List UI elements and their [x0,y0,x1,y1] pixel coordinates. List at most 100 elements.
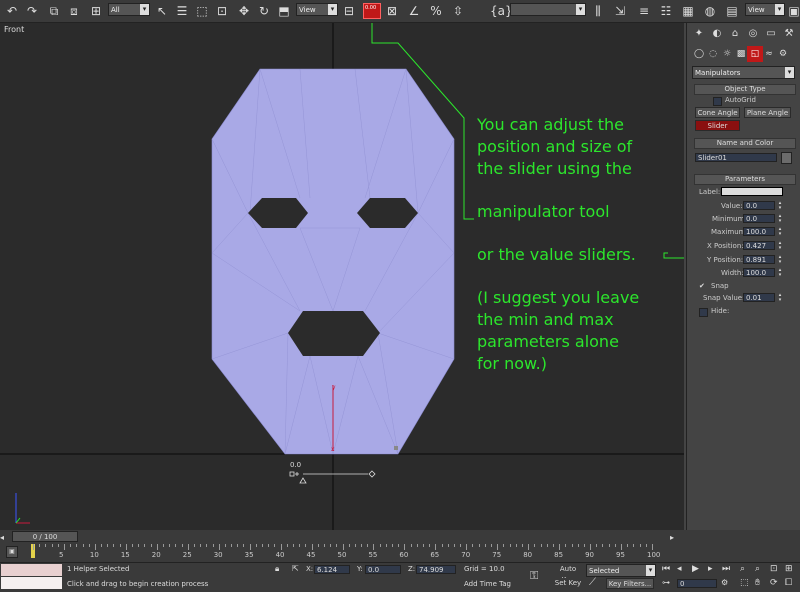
add-time-tag-button[interactable]: Add Time Tag [461,579,522,590]
x-coord-field[interactable]: 6.124 [314,565,350,574]
material-editor-icon[interactable]: ◍ [702,3,718,19]
absolute-mode-icon[interactable]: ⇱ [292,564,299,573]
align-icon[interactable]: ⇲ [612,3,628,19]
time-next-arrow-icon[interactable]: ▸ [670,533,674,542]
select-and-manipulate-button[interactable]: 0.00 [363,3,381,19]
percent-snap-icon[interactable]: % [428,3,444,19]
plane-angle-button[interactable]: Plane Angle [744,107,791,118]
key-selection-dropdown[interactable]: Selected ▾ [586,564,656,577]
modify-tab-icon[interactable]: ◐ [709,26,725,42]
key-mode-icon[interactable]: ⊶ [662,578,670,587]
select-by-name-icon[interactable]: ☰ [174,3,190,19]
named-selection-icon[interactable]: {a} [490,3,513,19]
time-config-icon[interactable]: ⚙ [721,578,728,587]
previous-frame-icon[interactable]: ◂ [677,564,682,574]
key-filters-button[interactable]: Key Filters... [606,578,654,589]
render-icon[interactable]: ▣ [786,3,800,19]
unlink-icon[interactable]: ⧈ [66,3,82,19]
create-tab-icon[interactable]: ✦ [691,26,707,42]
helper-category-dropdown[interactable]: Manipulators ▾ [692,66,795,79]
x-position-spinner-icon[interactable]: ▴ ▾ [777,241,783,251]
snaps-toggle-icon[interactable]: ⊠ [384,3,400,19]
minimum-spinner-icon[interactable]: ▴ ▾ [777,214,783,224]
y-position-field[interactable]: 0.891 [743,255,775,264]
layer-manager-icon[interactable]: ≡ [636,3,652,19]
zoom-icon[interactable]: ⌕ [740,564,745,574]
selection-filter-dropdown[interactable]: All ▾ [108,3,150,16]
width-field[interactable]: 100.0 [743,268,775,277]
snap-value-spinner-icon[interactable]: ▴ ▾ [777,293,783,303]
parameters-rollout-header[interactable]: Parameters [694,174,796,185]
name-color-rollout-header[interactable]: Name and Color [694,138,796,149]
mirror-icon[interactable]: ⫼ [590,3,606,19]
undo-icon[interactable]: ↶ [4,3,20,19]
hierarchy-tab-icon[interactable]: ⌂ [727,26,743,42]
orbit-icon[interactable]: ⟳ [770,578,778,588]
go-to-start-icon[interactable]: ⏮ [662,564,670,574]
value-spinner-icon[interactable]: ▴ ▾ [777,201,783,211]
set-key-icon[interactable]: ⟋ [589,577,596,588]
track-bar[interactable]: ▣ 5 10 15 20 25 30 35 40 45 50 55 60 65 70 75 80 85 90 95 1… [0,544,800,562]
cone-angle-button[interactable]: Cone Angle [695,107,740,118]
object-type-rollout-header[interactable]: Object Type [694,84,796,95]
object-color-swatch[interactable] [781,152,792,164]
minimum-field[interactable]: 0.0 [743,214,775,223]
snap-value-field[interactable]: 0.01 [743,293,775,302]
rotate-icon[interactable]: ↻ [256,3,272,19]
zoom-extents-all-icon[interactable]: ⊞ [785,564,793,574]
time-slider-thumb[interactable]: 0 / 100 [12,531,78,542]
maxscript-listener-top[interactable] [1,564,62,576]
label-field[interactable] [721,187,783,196]
select-object-icon[interactable]: ↖ [154,3,170,19]
systems-icon[interactable]: ⚙ [775,46,791,62]
utilities-tab-icon[interactable]: ⚒ [781,26,797,42]
time-prev-arrow-icon[interactable]: ◂ [0,533,4,542]
play-icon[interactable]: ▶ [692,564,699,574]
zoom-region-icon[interactable]: ⬚ [740,578,749,588]
bind-space-warp-icon[interactable]: ⊞ [88,3,104,19]
render-view-dropdown[interactable]: View ▾ [745,3,785,16]
redo-icon[interactable]: ↷ [24,3,40,19]
x-position-field[interactable]: 0.427 [743,241,775,250]
maxscript-listener-bottom[interactable] [1,577,62,589]
zoom-extents-icon[interactable]: ⊡ [770,564,778,574]
selection-region-icon[interactable]: ⬚ [194,3,210,19]
go-to-end-icon[interactable]: ⏭ [722,564,730,574]
spinner-snap-icon[interactable]: ⇳ [450,3,466,19]
move-icon[interactable]: ✥ [236,3,252,19]
y-coord-field[interactable]: 0.0 [365,565,401,574]
next-frame-icon[interactable]: ▸ [708,564,713,574]
hide-checkbox[interactable] [699,308,708,317]
maximize-viewport-icon[interactable]: ⧠ [785,578,792,588]
width-spinner-icon[interactable]: ▴ ▾ [777,268,783,278]
display-tab-icon[interactable]: ▭ [763,26,779,42]
current-frame-field[interactable]: 0 [677,579,717,588]
z-coord-field[interactable]: 74.909 [416,565,456,574]
snap-checkbox[interactable]: ✔ [699,282,705,290]
value-field[interactable]: 0.0 [743,201,775,210]
maximum-field[interactable]: 100.0 [743,227,775,236]
set-key-button[interactable]: Set Key [553,578,583,589]
front-viewport[interactable]: Front y x 0.0 You can adjust the positio… [0,23,684,530]
pivot-center-icon[interactable]: ⊟ [341,3,357,19]
y-position-spinner-icon[interactable]: ▴ ▾ [777,255,783,265]
key-icon[interactable]: ⚿ [530,569,538,583]
object-name-field[interactable]: Slider01 [695,153,777,162]
render-setup-icon[interactable]: ▤ [724,3,740,19]
selection-lock-icon[interactable]: 🔒︎ [275,564,279,574]
auto-key-button[interactable]: Auto Key [553,564,583,584]
maximum-spinner-icon[interactable]: ▴ ▾ [777,227,783,237]
angle-snap-icon[interactable]: ∠ [406,3,422,19]
slider-button[interactable]: Slider [695,120,740,131]
select-link-icon[interactable]: ⧉ [46,3,62,19]
reference-coordinate-dropdown[interactable]: View ▾ [296,3,338,16]
schematic-view-icon[interactable]: ▦ [680,3,696,19]
motion-tab-icon[interactable]: ◎ [745,26,761,42]
named-selection-sets-dropdown[interactable]: ▾ [510,3,586,16]
autogrid-checkbox[interactable] [713,97,722,106]
curve-editor-icon[interactable]: ☷ [658,3,674,19]
scale-icon[interactable]: ⬒ [276,3,292,19]
zoom-all-icon[interactable]: ⌕ [755,564,760,574]
window-crossing-icon[interactable]: ⊡ [214,3,230,19]
pan-icon[interactable]: ✋︎ [755,578,760,588]
